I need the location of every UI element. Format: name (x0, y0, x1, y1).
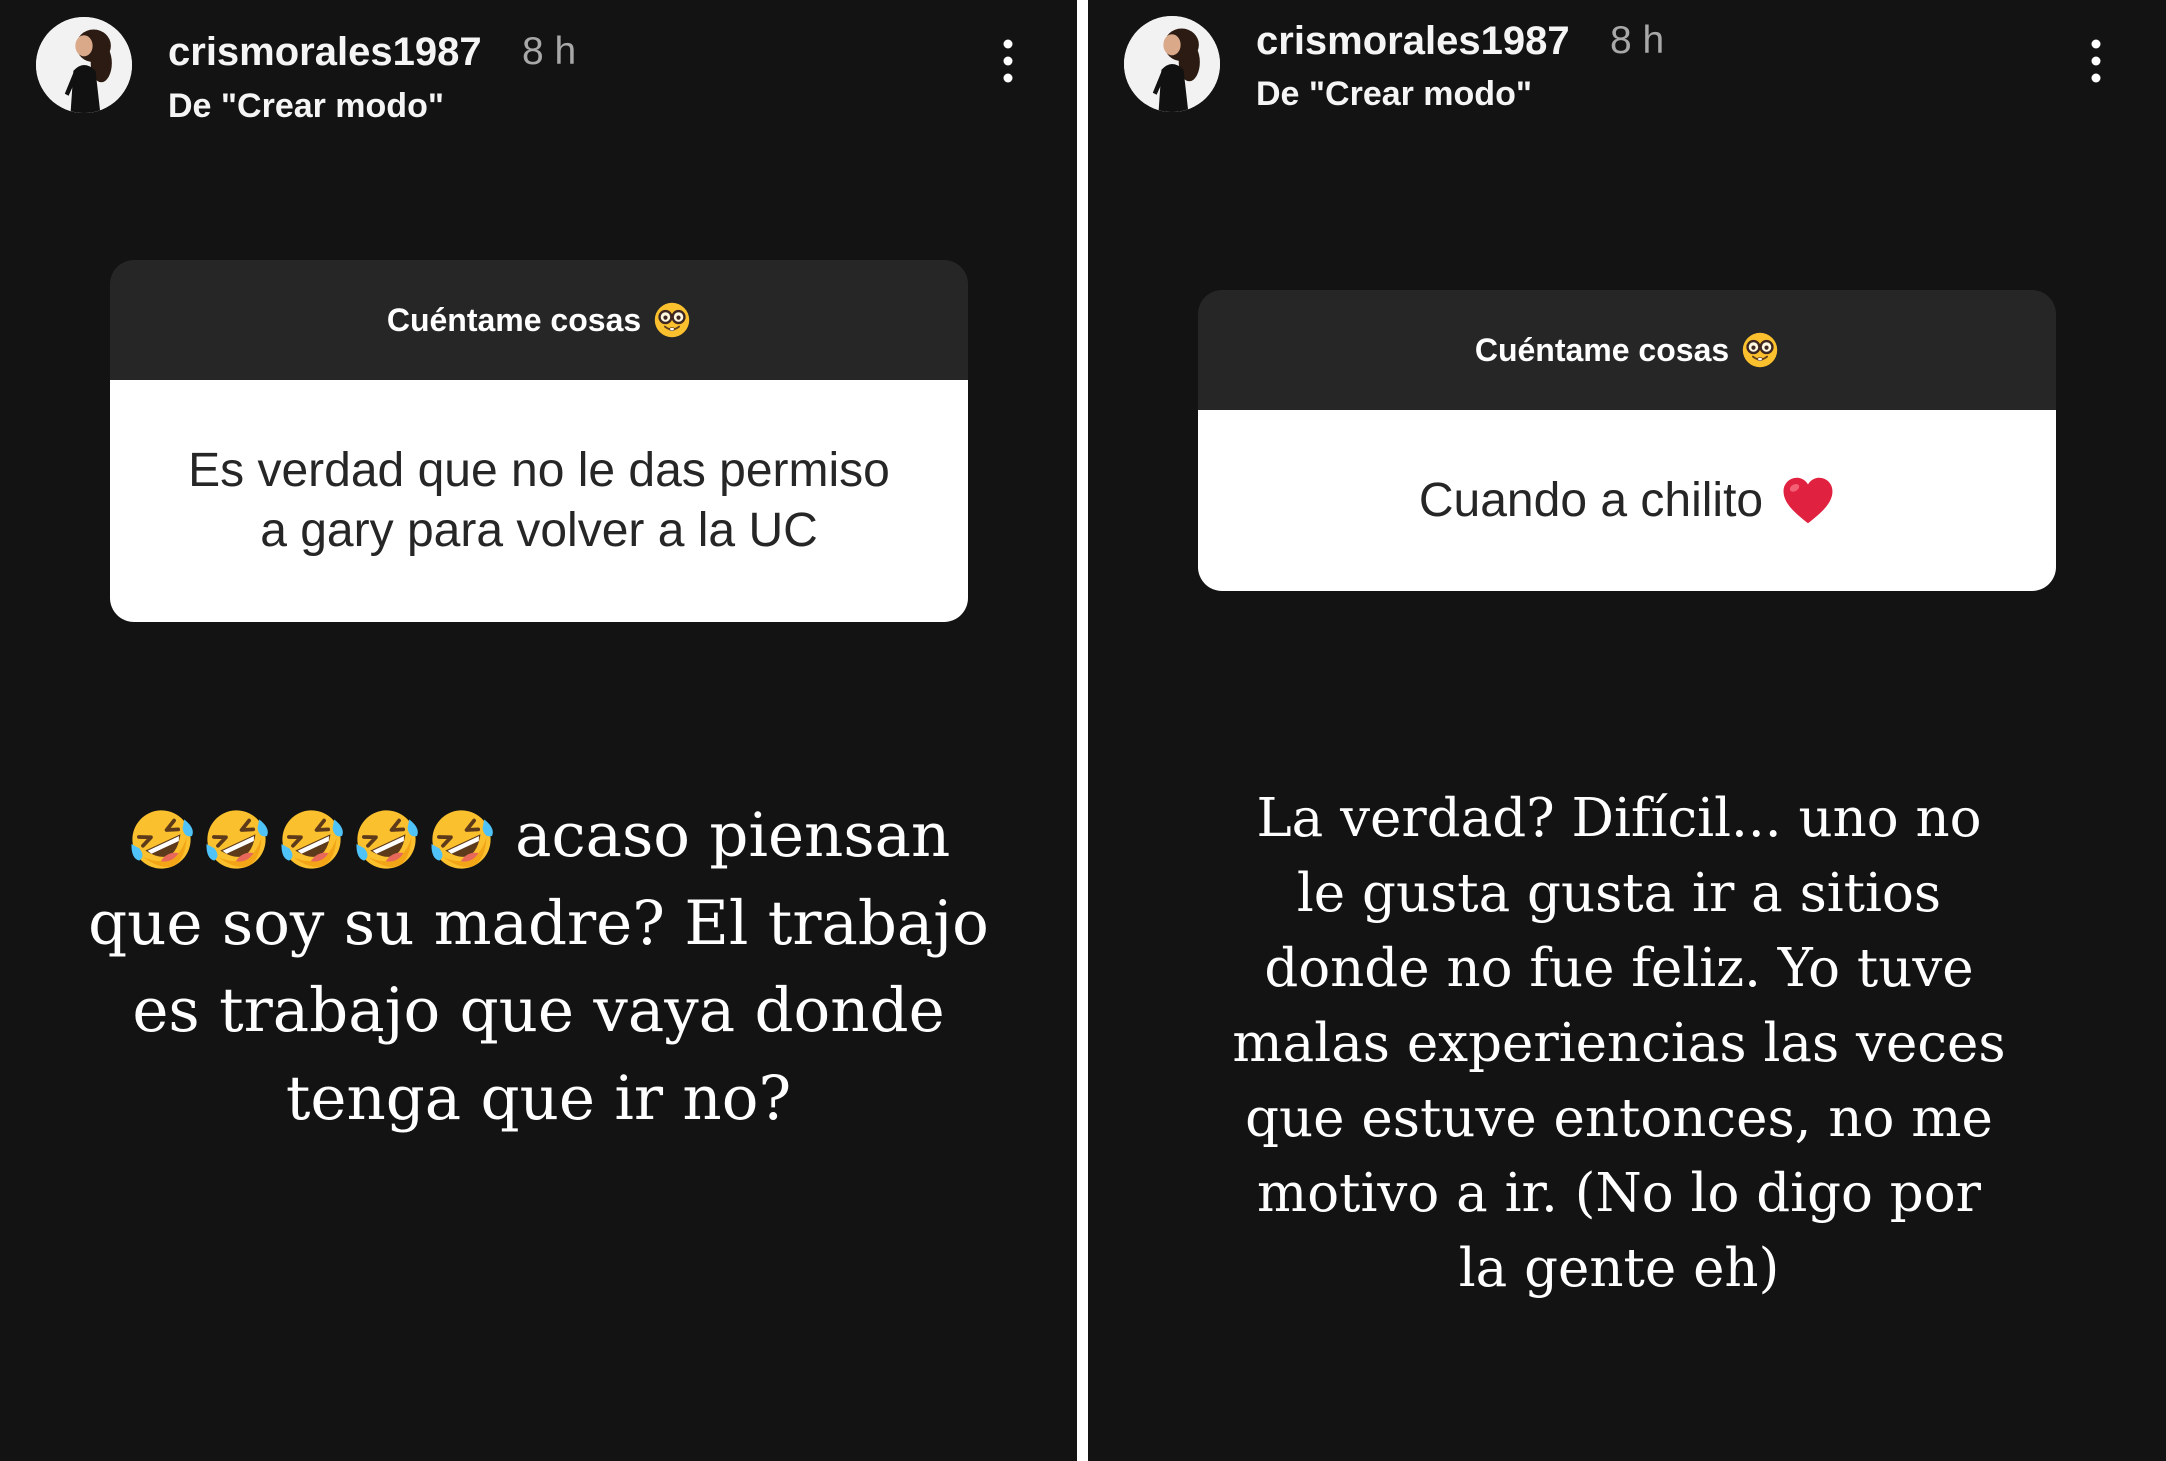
post-time: 8 h (522, 30, 577, 73)
story-panel-left: crismorales1987 8 h De "Crear modo" Cuén… (0, 0, 1077, 1461)
answer-text: La verdad? Difícil... uno no le gusta gu… (1088, 781, 2166, 1306)
answer-text-fragment: acaso piensan (515, 800, 951, 871)
nerd-face-emoji-icon (1741, 331, 1779, 369)
rolling-on-floor-laughing-emoji-icon (427, 805, 496, 874)
question-sticker-title: Cuéntame cosas (1474, 331, 1730, 368)
post-time: 8 h (1610, 19, 1665, 62)
panel-divider (1077, 0, 1088, 1461)
question-sticker-title: Cuéntame cosas (386, 301, 642, 338)
rolling-on-floor-laughing-emoji-icon (277, 805, 346, 874)
story-panel-right: crismorales1987 8 h De "Crear modo" Cuén… (1088, 0, 2166, 1461)
rolling-on-floor-laughing-emoji-icon (352, 805, 421, 874)
answer-text-line: motivo a ir. (No lo digo por (1257, 1163, 1981, 1224)
answer-text-line: que estuve entonces, no me (1245, 1088, 1993, 1149)
more-options-button[interactable] (996, 36, 1020, 86)
answer-text-line: que soy su madre? El trabajo (88, 887, 989, 959)
question-sticker: Cuéntame cosas Cuando a chilito (1198, 290, 2056, 591)
question-sticker-header: Cuéntame cosas (1198, 290, 2056, 410)
avatar[interactable] (36, 17, 132, 113)
question-text-line: Es verdad que no le das permiso (188, 444, 890, 497)
question-sticker-body: Cuando a chilito (1198, 410, 2056, 591)
story-source-label[interactable]: De "Crear modo" (1256, 73, 1532, 115)
answer-text: acaso piensan que soy su madre? El traba… (0, 792, 1077, 1142)
answer-text-line: es trabajo que vaya donde (132, 975, 945, 1046)
answer-text-line: la gente eh) (1458, 1238, 1780, 1299)
username[interactable]: crismorales1987 (168, 28, 482, 76)
answer-text-line: La verdad? Difícil... uno no (1256, 788, 1982, 849)
story-source-label[interactable]: De "Crear modo" (168, 85, 444, 127)
question-sticker-header: Cuéntame cosas (110, 260, 968, 380)
avatar[interactable] (1124, 16, 1220, 112)
answer-text-line: donde no fue feliz. Yo tuve (1264, 938, 1974, 999)
question-sticker-body: Es verdad que no le das permiso a gary p… (110, 380, 968, 622)
question-text: Cuando a chilito (1418, 473, 1764, 527)
rolling-on-floor-laughing-emoji-icon (127, 805, 196, 874)
rolling-on-floor-laughing-emoji-icon (202, 805, 271, 874)
question-text-line: Cuando a chilito (1419, 471, 1835, 531)
question-text-line: a gary para volver a la UC (260, 504, 818, 557)
more-vertical-icon (2084, 36, 2108, 86)
question-sticker: Cuéntame cosas Es verdad que no le das p… (110, 260, 968, 622)
answer-text-line: malas experiencias las veces (1232, 1013, 2006, 1074)
answer-text-line: tenga que ir no? (285, 1062, 792, 1134)
answer-text-line: le gusta gusta ir a sitios (1296, 863, 1942, 924)
answer-text-line: acaso piensan (0, 792, 1077, 880)
emoji-row (127, 805, 496, 874)
more-vertical-icon (996, 36, 1020, 86)
red-heart-emoji-icon (1781, 476, 1835, 525)
username[interactable]: crismorales1987 (1256, 17, 1570, 65)
nerd-face-emoji-icon (653, 301, 691, 339)
more-options-button[interactable] (2084, 36, 2108, 86)
